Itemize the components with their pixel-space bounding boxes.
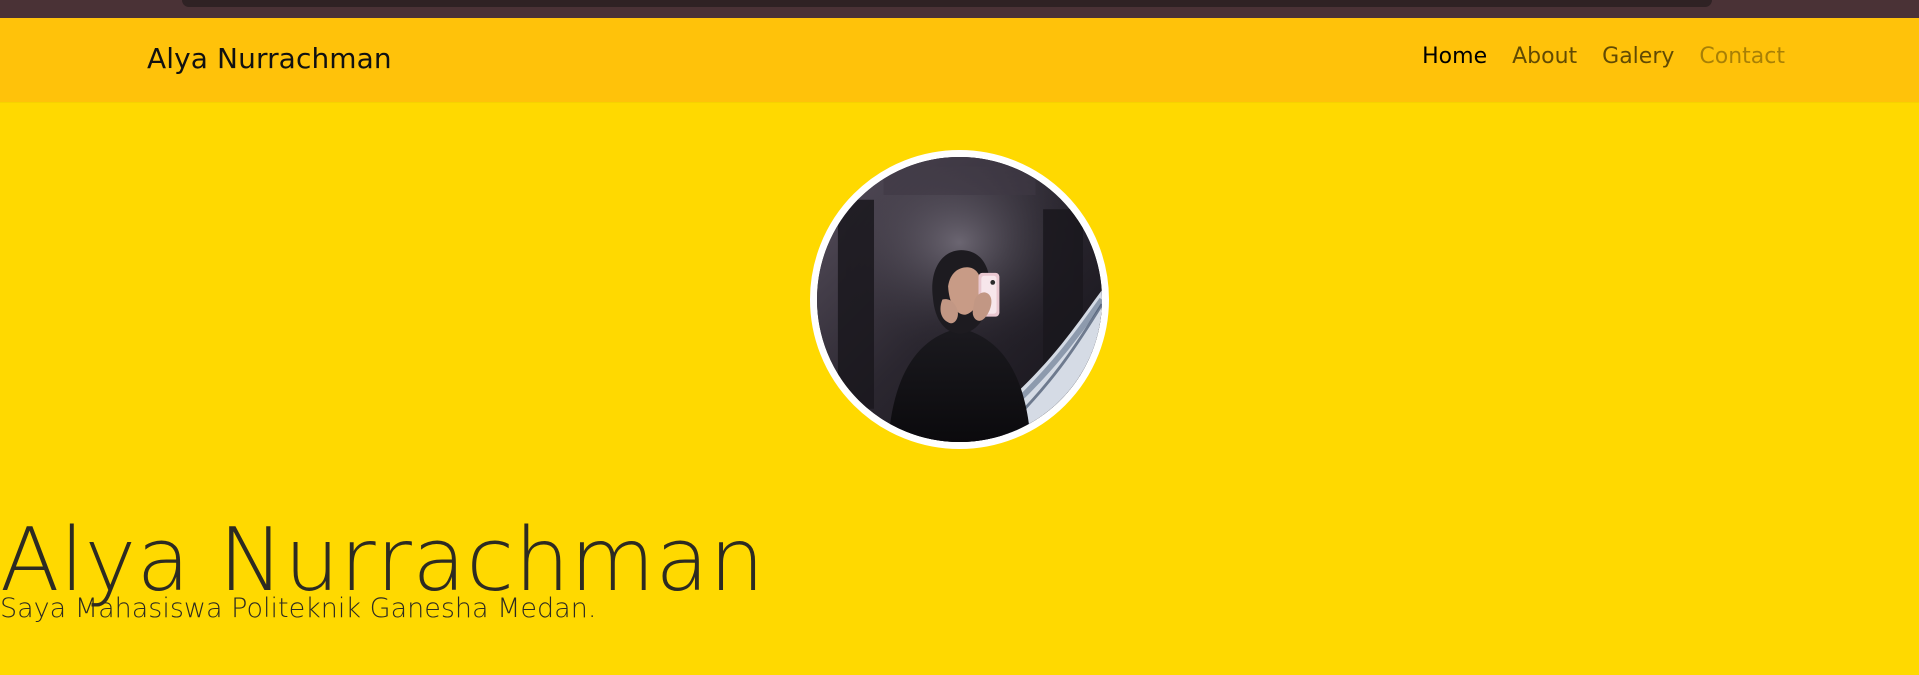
hero-title: Alya Nurrachman: [0, 509, 765, 612]
nav-home-link[interactable]: Home: [1422, 44, 1487, 69]
browser-top-strip-inner: [182, 0, 1712, 7]
brand-name[interactable]: Alya Nurrachman: [147, 42, 392, 75]
top-navbar: Alya Nurrachman Home About Galery Contac…: [0, 18, 1919, 102]
nav-contact-link[interactable]: Contact: [1699, 44, 1785, 69]
hero-subtitle: Saya Mahasiswa Politeknik Ganesha Medan.: [0, 593, 597, 624]
profile-avatar: [810, 150, 1109, 449]
browser-top-strip: [0, 0, 1919, 18]
nav-galery-link[interactable]: Galery: [1602, 44, 1674, 69]
profile-photo-icon: [817, 157, 1102, 442]
nav-links: Home About Galery Contact: [1422, 44, 1785, 69]
nav-about-link[interactable]: About: [1512, 44, 1577, 69]
